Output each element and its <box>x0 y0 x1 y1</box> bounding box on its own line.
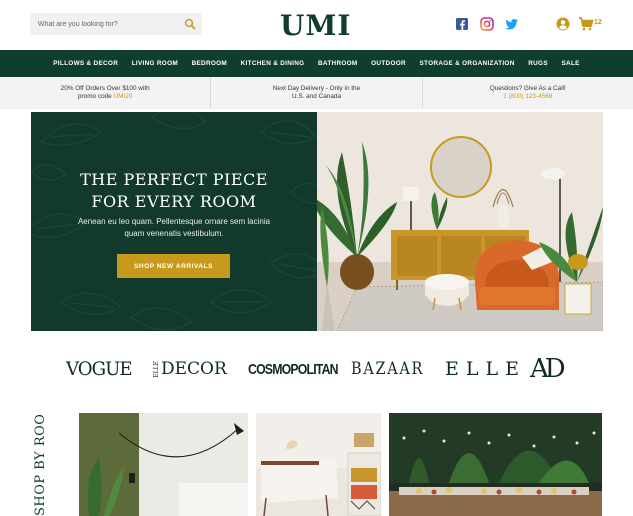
header: UMI 12 <box>0 0 633 50</box>
instagram-icon[interactable] <box>480 17 494 31</box>
promo-code: UMI20 <box>113 93 133 100</box>
logo-elle-decor: ELLE DECOR <box>153 352 227 386</box>
nav-item-kitchen-dining[interactable]: KITCHEN & DINING <box>241 60 305 67</box>
hero-banner: THE PERFECT PIECE FOR EVERY ROOM Aenean … <box>31 112 317 331</box>
search-icon[interactable] <box>184 18 196 30</box>
main-navigation: PILLOWS & DECOR LIVING ROOM BEDROOM KITC… <box>0 50 633 77</box>
nav-item-living-room[interactable]: LIVING ROOM <box>132 60 178 67</box>
press-logos: VOGUE ELLE DECOR COSMOPOLITAN BAZAAR ELL… <box>0 352 633 386</box>
room-card-living[interactable] <box>79 413 248 516</box>
logo-elle-decor-prefix: ELLE <box>153 360 160 378</box>
nav-item-bathroom[interactable]: BATHROOM <box>318 60 358 67</box>
cart-icon[interactable] <box>578 16 594 32</box>
promo-delivery-region: U.S. and Canada <box>291 93 341 100</box>
promo-offer: 20% Off Orders Over $100 with promo code… <box>0 77 212 109</box>
living-room-illustration <box>317 112 603 331</box>
logo-vogue: VOGUE <box>66 358 133 380</box>
nav-item-bedroom[interactable]: BEDROOM <box>192 60 227 67</box>
bedroom-photo <box>256 413 381 516</box>
promo-phone-link[interactable]: 1 (800) 123-4568 <box>503 93 552 101</box>
logo-elle-decor-text: DECOR <box>161 359 227 379</box>
living-room-photo <box>79 413 248 516</box>
promo-contact: Questions? Give As a Call! 1 (800) 123-4… <box>423 77 633 109</box>
room-card-bedroom[interactable] <box>256 413 381 516</box>
shop-by-room-label: SHOP BY ROOM <box>30 413 50 516</box>
nav-item-storage-organization[interactable]: STORAGE & ORGANIZATION <box>420 60 515 67</box>
nav-item-sale[interactable]: SALE <box>561 60 579 67</box>
nav-item-rugs[interactable]: RUGS <box>528 60 548 67</box>
promo-delivery: Next Day Delivery - Only in the U.S. and… <box>211 77 423 109</box>
outdoor-photo <box>389 413 602 516</box>
logo-elle: ELLE <box>445 358 526 380</box>
shop-new-arrivals-button[interactable]: SHOP NEW ARRIVALS <box>117 254 230 278</box>
promo-code-prefix: promo code <box>77 93 114 100</box>
promo-offer-text: 20% Off Orders Over $100 with <box>60 85 150 92</box>
facebook-icon[interactable] <box>455 17 469 31</box>
hero-title-line-1: THE PERFECT PIECE <box>80 170 268 189</box>
account-icon[interactable] <box>556 17 570 31</box>
search-input[interactable] <box>30 20 178 28</box>
site-logo[interactable]: UMI <box>280 10 351 42</box>
twitter-icon[interactable] <box>505 17 519 31</box>
search-bar[interactable] <box>30 13 202 35</box>
hero-title: THE PERFECT PIECE FOR EVERY ROOM <box>31 169 317 213</box>
promo-code-line: promo code UMI20 <box>78 93 132 101</box>
promo-delivery-text: Next Day Delivery - Only in the <box>272 85 361 92</box>
cart-count: 12 <box>594 19 602 26</box>
nav-item-pillows-decor[interactable]: PILLOWS & DECOR <box>53 60 118 67</box>
promo-contact-text: Questions? Give As a Call! <box>489 85 566 92</box>
nav-item-outdoor[interactable]: OUTDOOR <box>371 60 406 67</box>
promo-bar: 20% Off Orders Over $100 with promo code… <box>0 77 633 109</box>
hero-title-line-2: FOR EVERY ROOM <box>91 192 257 211</box>
hero-room-image[interactable] <box>317 112 603 331</box>
room-card-outdoor[interactable] <box>389 413 602 516</box>
shop-by-room-text: SHOP BY ROOM <box>33 413 48 516</box>
logo-bazaar: BAZAAR <box>351 359 425 379</box>
hero-subtitle: Aenean eu leo quam. Pellentesque ornare … <box>77 217 271 238</box>
logo-cosmopolitan: COSMOPOLITAN <box>248 360 339 378</box>
logo-ad: AD <box>530 354 566 384</box>
